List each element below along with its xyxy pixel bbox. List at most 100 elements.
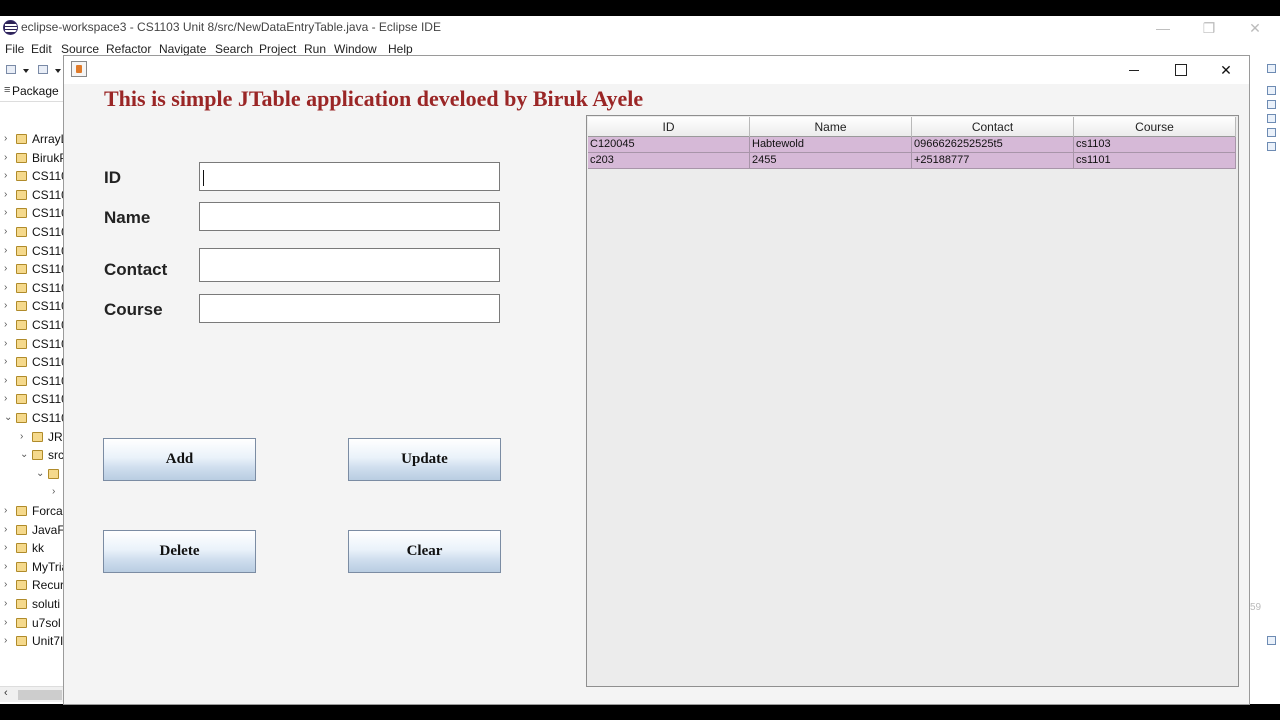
tree-item[interactable]: › CS110 xyxy=(0,373,64,391)
chevron-right-icon[interactable]: › xyxy=(4,133,7,144)
view-icon[interactable] xyxy=(1267,128,1276,137)
chevron-right-icon[interactable]: › xyxy=(4,579,7,590)
tree-item[interactable]: › soluti xyxy=(0,596,64,614)
chevron-right-icon[interactable]: › xyxy=(4,152,7,163)
view-icon[interactable] xyxy=(1267,142,1276,151)
chevron-right-icon[interactable]: › xyxy=(20,431,23,442)
eclipse-close-icon[interactable]: ✕ xyxy=(1232,17,1278,39)
chevron-right-icon[interactable]: › xyxy=(4,338,7,349)
add-button[interactable]: Add xyxy=(103,438,256,481)
tree-item[interactable]: › Forcas xyxy=(0,503,64,521)
menu-window[interactable]: Window xyxy=(334,42,377,56)
table-cell[interactable]: 0966626252525t5 xyxy=(912,137,1074,153)
tree-item[interactable]: › MyTria xyxy=(0,559,64,577)
eclipse-minimize-icon[interactable]: — xyxy=(1140,17,1186,39)
chevron-down-icon[interactable]: ⌄ xyxy=(36,468,44,479)
maximize-icon[interactable] xyxy=(1157,56,1203,84)
scroll-left-icon[interactable]: ‹ xyxy=(4,687,8,699)
tree-item[interactable]: › CS110 xyxy=(0,187,64,205)
chevron-right-icon[interactable]: › xyxy=(4,561,7,572)
view-icon[interactable] xyxy=(1267,114,1276,123)
chevron-down-icon[interactable]: ⌄ xyxy=(4,412,12,423)
save-all-icon[interactable] xyxy=(38,65,48,74)
tree-item[interactable]: › Recur xyxy=(0,577,64,595)
perspective-icon[interactable] xyxy=(1267,64,1276,73)
new-icon[interactable] xyxy=(6,65,16,74)
chevron-right-icon[interactable]: › xyxy=(4,282,7,293)
chevron-right-icon[interactable]: › xyxy=(4,617,7,628)
chevron-right-icon[interactable]: › xyxy=(4,524,7,535)
chevron-down-icon[interactable]: ⌄ xyxy=(20,449,28,460)
chevron-right-icon[interactable]: › xyxy=(52,486,55,497)
chevron-right-icon[interactable]: › xyxy=(4,170,7,181)
chevron-right-icon[interactable]: › xyxy=(4,207,7,218)
course-field[interactable] xyxy=(199,294,500,323)
column-header-name[interactable]: Name xyxy=(750,117,912,137)
tree-item[interactable]: › CS110 xyxy=(0,354,64,372)
minimize-icon[interactable] xyxy=(1111,56,1157,84)
column-header-course[interactable]: Course xyxy=(1074,117,1236,137)
name-field[interactable] xyxy=(199,202,500,231)
chevron-right-icon[interactable]: › xyxy=(4,300,7,311)
tree-item[interactable]: › CS110 xyxy=(0,168,64,186)
chevron-right-icon[interactable]: › xyxy=(4,263,7,274)
tree-item[interactable]: ⌄ CS110 xyxy=(0,410,64,428)
menu-edit[interactable]: Edit xyxy=(31,42,52,56)
clear-button[interactable]: Clear xyxy=(348,530,501,573)
close-icon[interactable]: ✕ xyxy=(1203,56,1249,84)
eclipse-restore-icon[interactable]: ❐ xyxy=(1186,17,1232,39)
column-header-contact[interactable]: Contact xyxy=(912,117,1074,137)
menu-search[interactable]: Search xyxy=(215,42,253,56)
table-cell[interactable]: cs1101 xyxy=(1074,153,1236,169)
menu-source[interactable]: Source xyxy=(61,42,99,56)
tree-item[interactable]: › CS110 xyxy=(0,336,64,354)
contact-field[interactable] xyxy=(199,248,500,282)
tree-item[interactable]: › CS110 xyxy=(0,224,64,242)
menu-file[interactable]: File xyxy=(5,42,24,56)
tree-item[interactable]: › CS110 xyxy=(0,280,64,298)
tree-item[interactable]: › kk xyxy=(0,540,64,558)
chevron-right-icon[interactable]: › xyxy=(4,356,7,367)
view-icon[interactable] xyxy=(1267,100,1276,109)
tree-item[interactable]: › JavaFX xyxy=(0,522,64,540)
tree-item[interactable]: › CS110 xyxy=(0,205,64,223)
tree-item[interactable]: › CS110 xyxy=(0,243,64,261)
table-cell[interactable]: C120045 xyxy=(588,137,750,153)
chevron-right-icon[interactable]: › xyxy=(4,189,7,200)
chevron-down-icon[interactable] xyxy=(55,69,61,73)
scrollbar-thumb[interactable] xyxy=(18,690,62,700)
menu-help[interactable]: Help xyxy=(388,42,413,56)
chevron-down-icon[interactable] xyxy=(23,69,29,73)
table-cell[interactable]: cs1103 xyxy=(1074,137,1236,153)
package-explorer-title[interactable]: Package xyxy=(12,84,59,98)
menu-run[interactable]: Run xyxy=(304,42,326,56)
tree-item[interactable]: › u7sol xyxy=(0,615,64,633)
tree-item[interactable]: › CS110 xyxy=(0,298,64,316)
chevron-right-icon[interactable]: › xyxy=(4,393,7,404)
chevron-right-icon[interactable]: › xyxy=(4,245,7,256)
tree-item[interactable]: ⌄ xyxy=(0,466,64,484)
chevron-right-icon[interactable]: › xyxy=(4,319,7,330)
table-cell[interactable]: c203 xyxy=(588,153,750,169)
column-header-id[interactable]: ID xyxy=(588,117,750,137)
outline-icon[interactable] xyxy=(1267,86,1276,95)
tree-item[interactable]: › ArrayL xyxy=(0,131,64,149)
tree-item[interactable]: › BirukP xyxy=(0,150,64,168)
chevron-right-icon[interactable]: › xyxy=(4,375,7,386)
table-cell[interactable]: Habtewold xyxy=(750,137,912,153)
table-cell[interactable]: 2455 xyxy=(750,153,912,169)
tree-item[interactable]: › xyxy=(0,484,64,502)
menu-navigate[interactable]: Navigate xyxy=(159,42,206,56)
chevron-right-icon[interactable]: › xyxy=(4,226,7,237)
chevron-right-icon[interactable]: › xyxy=(4,635,7,646)
id-field[interactable] xyxy=(199,162,500,191)
table-cell[interactable]: +25188777 xyxy=(912,153,1074,169)
tree-item[interactable]: › Unit7I xyxy=(0,633,64,651)
tree-item[interactable]: › CS110 xyxy=(0,317,64,335)
table-scroll-pane[interactable]: ID Name Contact Course C120045 Habtewold… xyxy=(586,115,1239,687)
horizontal-scrollbar[interactable]: ‹ xyxy=(0,686,64,702)
tree-item[interactable]: › CS110 xyxy=(0,391,64,409)
table-row[interactable]: c203 2455 +25188777 cs1101 xyxy=(588,153,1236,169)
menu-project[interactable]: Project xyxy=(259,42,296,56)
update-button[interactable]: Update xyxy=(348,438,501,481)
